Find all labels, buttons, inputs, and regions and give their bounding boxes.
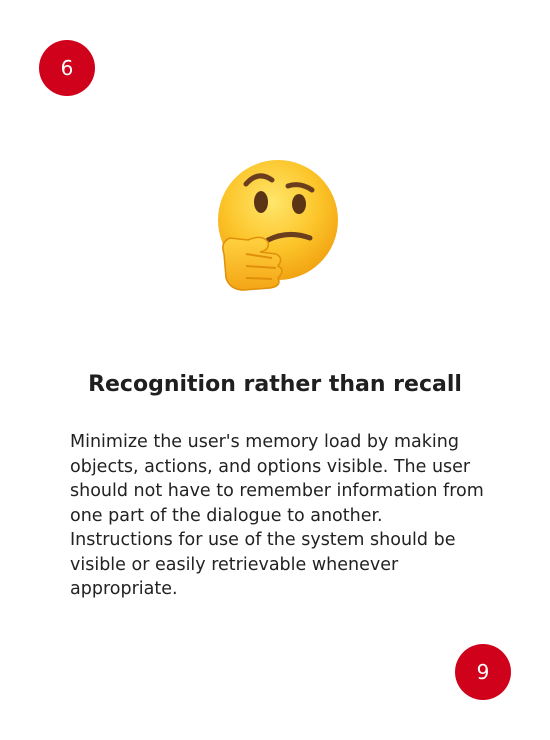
card-description: Minimize the user's memory load by makin… xyxy=(70,432,484,599)
card-number-badge: 6 xyxy=(39,40,95,96)
card-number-bottom: 9 xyxy=(476,660,490,684)
card-title: Recognition rather than recall xyxy=(88,372,462,397)
card-number-badge-bottom: 9 xyxy=(455,644,511,700)
thinking-face-icon xyxy=(206,158,346,298)
heuristic-card: 6 Recognition rather than recall Minimiz… xyxy=(0,0,550,740)
card-number: 6 xyxy=(60,56,74,80)
